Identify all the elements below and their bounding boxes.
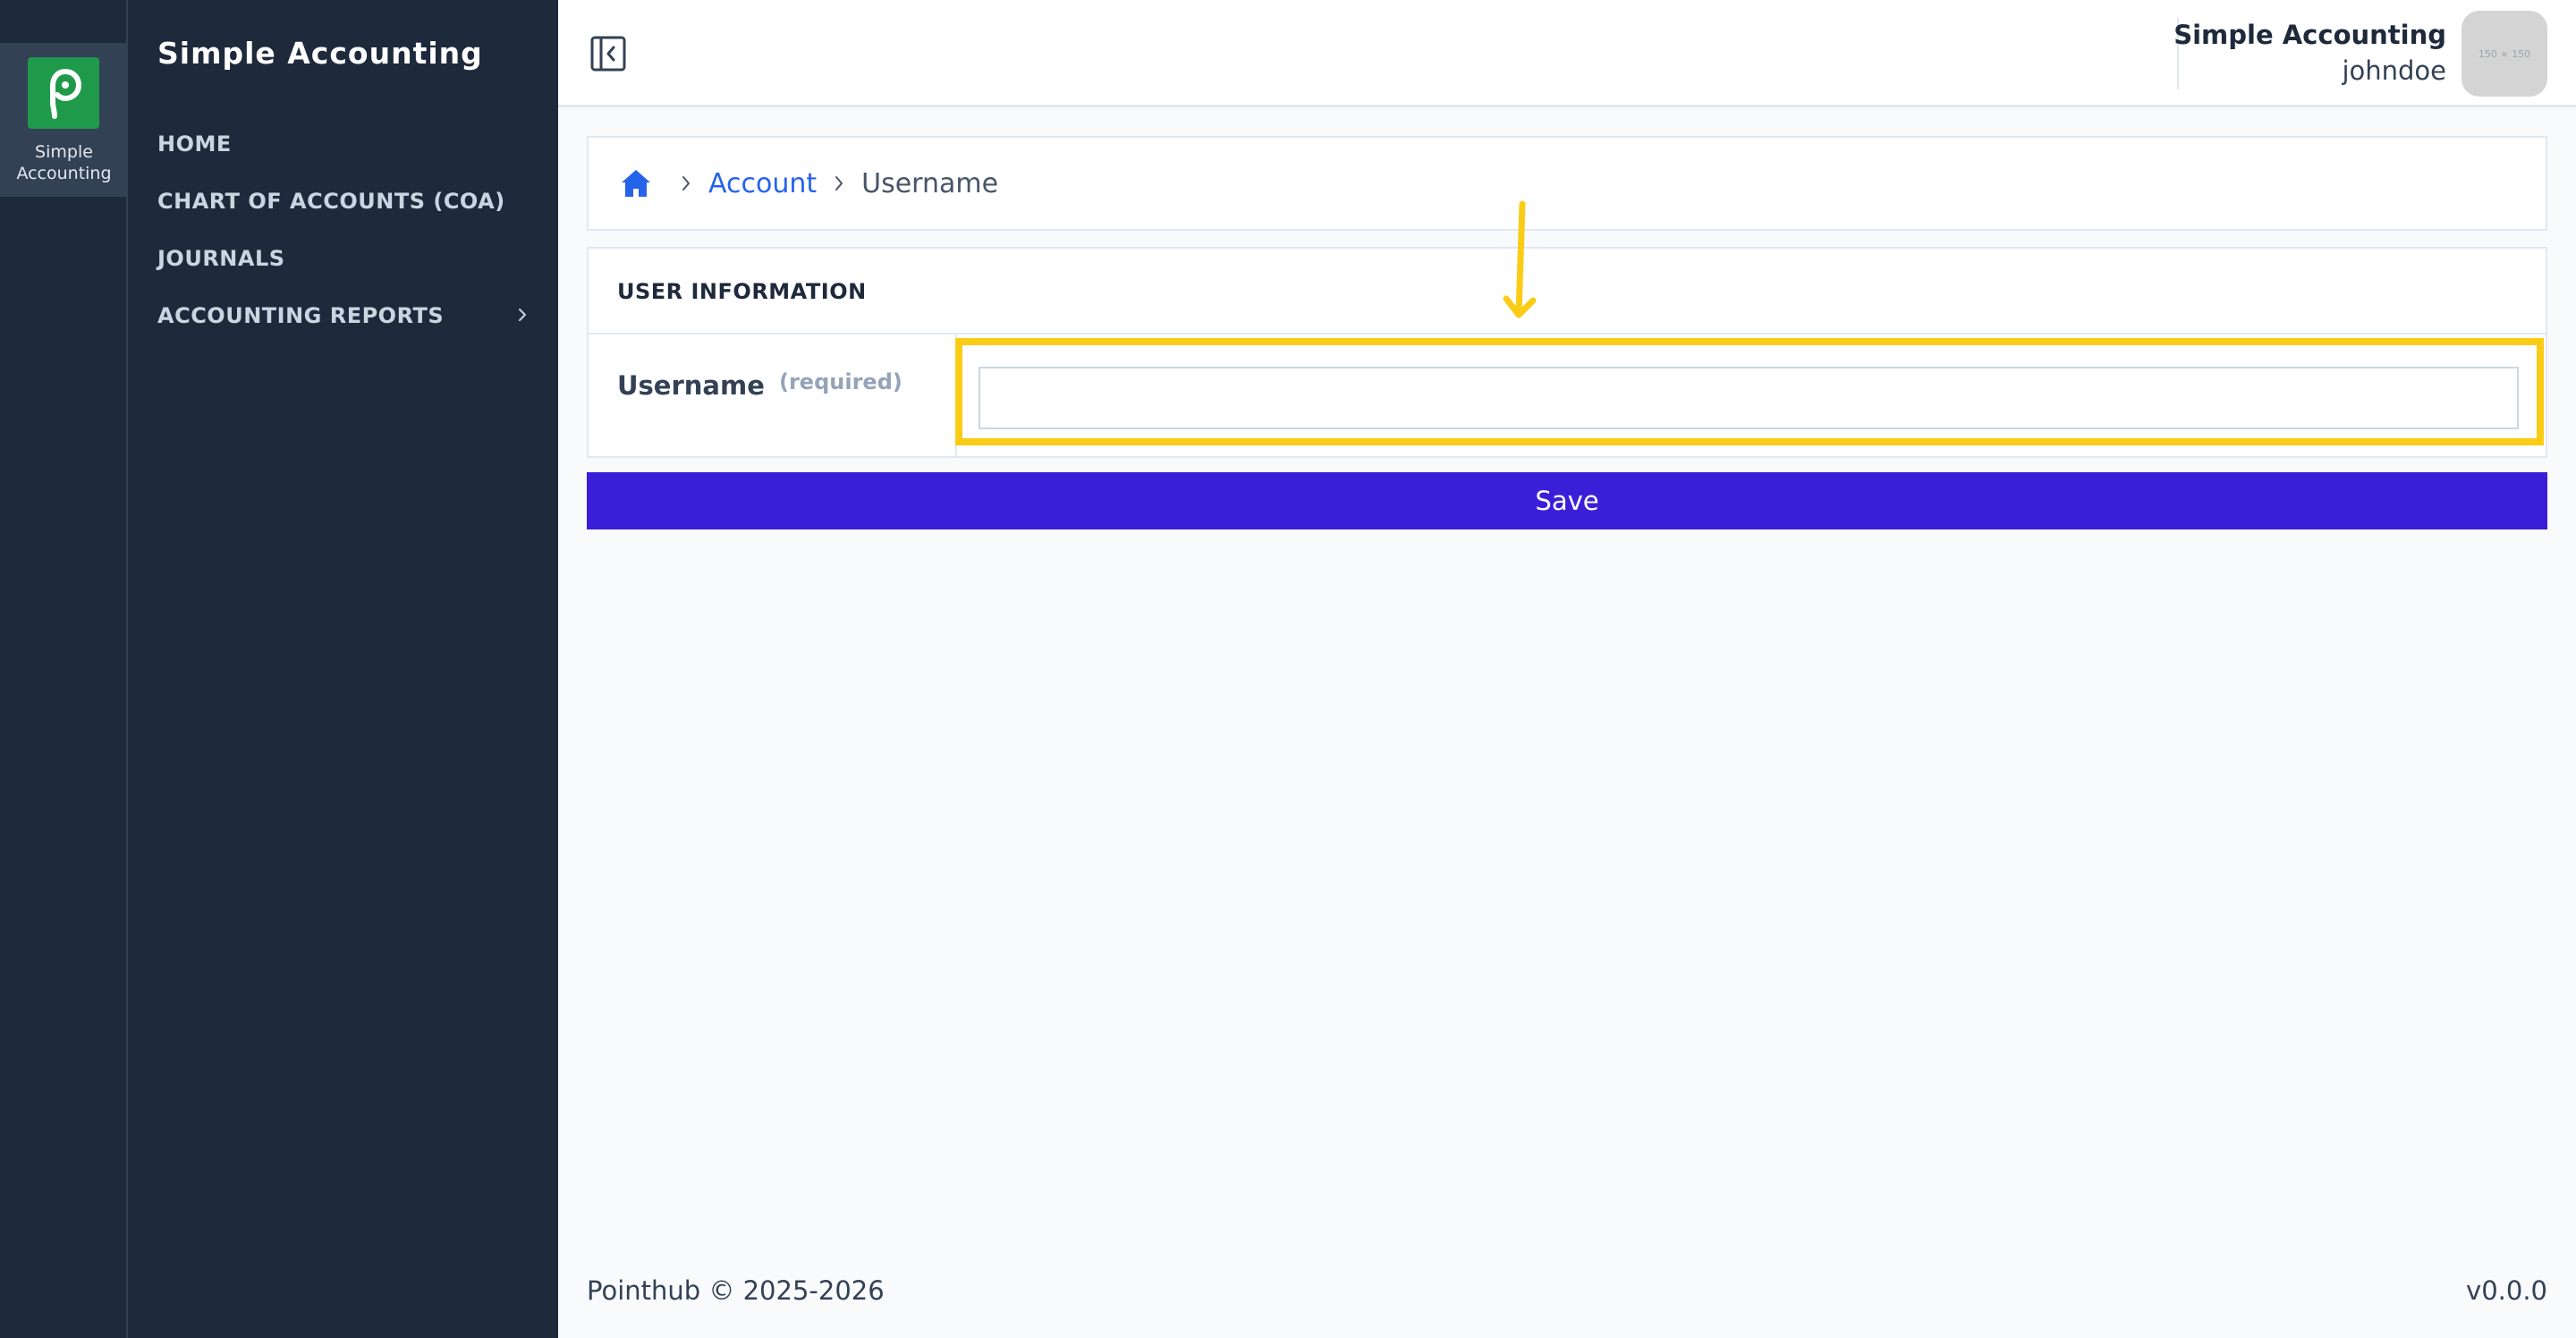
topbar: Simple Accounting johndoe 150 × 150 bbox=[558, 0, 2576, 107]
topbar-app-name: Simple Accounting bbox=[2174, 20, 2446, 50]
sidebar-item-label: CHART OF ACCOUNTS (COA) bbox=[157, 189, 505, 214]
topbar-username[interactable]: johndoe bbox=[2342, 55, 2446, 86]
sidebar-item-accounting-reports[interactable]: ACCOUNTING REPORTS bbox=[157, 293, 533, 338]
app-switcher-item[interactable]: Simple Accounting bbox=[0, 43, 128, 197]
username-label: Username (required) bbox=[617, 369, 902, 401]
app-switcher-label: Simple Accounting bbox=[16, 142, 112, 183]
sidebar-item-home[interactable]: HOME bbox=[157, 122, 533, 166]
avatar[interactable]: 150 × 150 bbox=[2462, 11, 2547, 97]
chevron-right-icon bbox=[682, 176, 690, 191]
save-button[interactable]: Save bbox=[587, 472, 2547, 529]
app-rail: Simple Accounting bbox=[0, 0, 128, 1338]
sidebar-item-label: HOME bbox=[157, 131, 232, 157]
sidebar-item-journals[interactable]: JOURNALS bbox=[157, 236, 533, 281]
chevron-right-icon bbox=[519, 309, 526, 321]
footer-copyright: Pointhub © 2025-2026 bbox=[587, 1275, 885, 1306]
section-title: USER INFORMATION bbox=[617, 279, 867, 304]
username-input[interactable] bbox=[979, 367, 2519, 429]
breadcrumb-link-account[interactable]: Account bbox=[708, 168, 817, 199]
sidebar: Simple Accounting HOME CHART OF ACCOUNTS… bbox=[128, 0, 558, 1338]
sidebar-title: Simple Accounting bbox=[157, 36, 483, 71]
sidebar-item-label: JOURNALS bbox=[157, 246, 285, 271]
pointhub-logo-icon bbox=[28, 57, 99, 129]
home-icon[interactable] bbox=[619, 166, 653, 200]
user-information-card: USER INFORMATION Username (required) bbox=[587, 247, 2547, 458]
required-hint: (required) bbox=[779, 369, 902, 394]
card-header: USER INFORMATION bbox=[589, 249, 2546, 334]
label-column-divider bbox=[955, 334, 957, 458]
username-label-text: Username bbox=[617, 370, 765, 401]
footer-version: v0.0.0 bbox=[2466, 1275, 2547, 1306]
breadcrumb-current: Username bbox=[861, 167, 999, 199]
avatar-placeholder-text: 150 × 150 bbox=[2478, 47, 2531, 60]
sidebar-item-chart-of-accounts[interactable]: CHART OF ACCOUNTS (COA) bbox=[157, 179, 533, 224]
sidebar-toggle-icon[interactable] bbox=[589, 34, 628, 73]
breadcrumb: Account Username bbox=[587, 136, 2547, 231]
sidebar-item-label: ACCOUNTING REPORTS bbox=[157, 303, 445, 328]
chevron-right-icon bbox=[835, 176, 843, 191]
